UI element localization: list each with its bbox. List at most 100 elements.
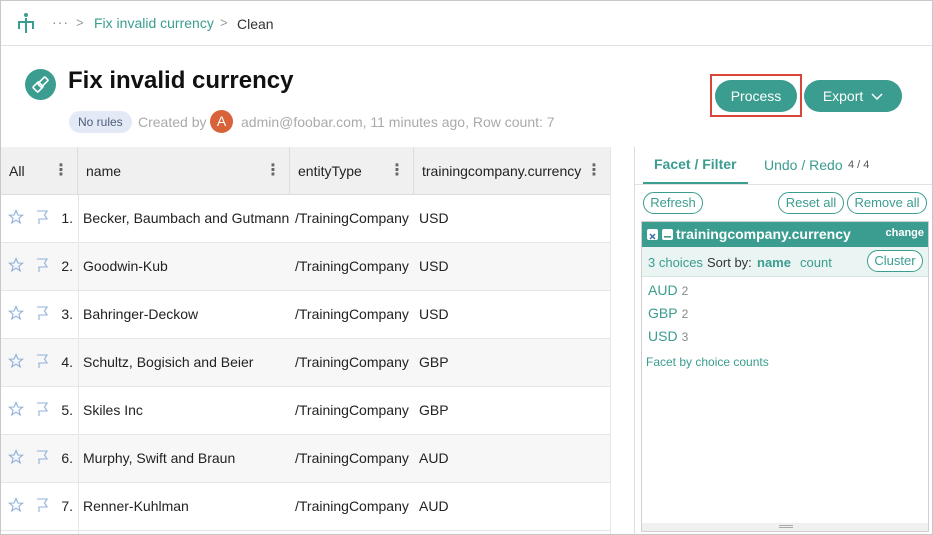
- facet-choice[interactable]: GBP 2: [648, 305, 688, 321]
- facet-change-link[interactable]: change: [885, 227, 924, 239]
- table-row: 6. Murphy, Swift and Braun/TrainingCompan…: [1, 435, 611, 483]
- sort-by-count-link[interactable]: count: [800, 255, 832, 270]
- reset-all-button[interactable]: Reset all: [778, 192, 844, 214]
- flag-icon[interactable]: [34, 449, 50, 465]
- star-icon[interactable]: [7, 401, 25, 417]
- row-number: 7.: [61, 498, 73, 514]
- choices-count-link[interactable]: 3 choices: [648, 255, 703, 270]
- close-icon[interactable]: [647, 229, 658, 240]
- facet-panel: Facet / Filter Undo / Redo 4 / 4 Refresh…: [634, 147, 932, 534]
- cell-name[interactable]: Bahringer-Deckow: [83, 291, 198, 338]
- facet-title: trainingcompany.currency: [676, 226, 851, 242]
- cell-name[interactable]: Becker, Baumbach and Gutmann: [83, 195, 289, 242]
- column-header-all[interactable]: All ⋮: [1, 147, 78, 195]
- column-label: entityType: [298, 163, 362, 179]
- breadcrumb-ellipsis[interactable]: ···: [52, 14, 69, 30]
- cell-currency[interactable]: AUD: [419, 483, 449, 530]
- cell-currency[interactable]: GBP: [419, 339, 449, 386]
- star-icon[interactable]: [7, 257, 25, 273]
- created-by-label: Created by: [138, 114, 207, 130]
- cell-entitytype[interactable]: /TrainingCompany: [295, 435, 409, 482]
- column-header-name[interactable]: name ⋮: [78, 147, 290, 195]
- export-label: Export: [822, 88, 864, 104]
- breadcrumb-current: Clean: [237, 16, 274, 32]
- table-row: 5. Skiles Inc/TrainingCompany GBP: [1, 387, 611, 435]
- kebab-menu-icon[interactable]: ⋮: [265, 147, 281, 195]
- export-button[interactable]: Export: [804, 80, 902, 112]
- column-header-currency[interactable]: trainingcompany.currency ⋮: [414, 147, 611, 195]
- cell-entitytype[interactable]: /TrainingCompany: [295, 243, 409, 290]
- cell-entitytype[interactable]: /TrainingCompany: [295, 291, 409, 338]
- cell-currency[interactable]: USD: [419, 291, 449, 338]
- top-bar: ··· > Fix invalid currency > Clean: [1, 1, 932, 46]
- facet-by-choice-counts-link[interactable]: Facet by choice counts: [646, 355, 769, 369]
- cell-currency[interactable]: USD: [419, 195, 449, 242]
- cell-name[interactable]: Skiles Inc: [83, 387, 143, 434]
- process-button[interactable]: Process: [715, 80, 797, 112]
- choice-label: GBP: [648, 305, 678, 321]
- breadcrumb-parent-link[interactable]: Fix invalid currency: [94, 15, 214, 31]
- flag-icon[interactable]: [34, 353, 50, 369]
- cell-name[interactable]: Schultz, Bogisich and Beier: [83, 339, 253, 386]
- app-logo-icon[interactable]: [15, 12, 37, 34]
- table-row: 7. Renner-Kuhlman/TrainingCompany AUD: [1, 483, 611, 531]
- column-label: trainingcompany.currency: [422, 163, 582, 179]
- facet-choice[interactable]: AUD 2: [648, 282, 688, 298]
- minimize-icon[interactable]: [662, 229, 673, 240]
- flag-icon[interactable]: [34, 257, 50, 273]
- rules-badge: No rules: [69, 111, 132, 133]
- flag-icon[interactable]: [34, 497, 50, 513]
- recipe-meta: admin@foobar.com, 11 minutes ago, Row co…: [241, 114, 555, 130]
- brush-icon: [25, 69, 56, 100]
- table-row: 3. Bahringer-Deckow/TrainingCompany USD: [1, 291, 611, 339]
- sort-by-name-link[interactable]: name: [757, 255, 791, 270]
- star-icon[interactable]: [7, 497, 25, 513]
- resize-grip-icon[interactable]: [779, 525, 793, 528]
- choice-count: 2: [681, 307, 689, 321]
- choice-count: 2: [681, 284, 689, 298]
- facet-card: trainingcompany.currency change 3 choice…: [641, 221, 929, 532]
- cell-name[interactable]: Renner-Kuhlman: [83, 483, 189, 530]
- table-header: All ⋮ name ⋮ entityType ⋮ trainingcompan…: [1, 147, 611, 195]
- app-window: ··· > Fix invalid currency > Clean Fix i…: [0, 0, 933, 535]
- facet-choice[interactable]: USD 3: [648, 328, 688, 344]
- row-number: 6.: [61, 450, 73, 466]
- kebab-menu-icon[interactable]: ⋮: [586, 147, 602, 195]
- remove-all-button[interactable]: Remove all: [847, 192, 927, 214]
- cell-currency[interactable]: AUD: [419, 435, 449, 482]
- cell-currency[interactable]: USD: [419, 243, 449, 290]
- flag-icon[interactable]: [34, 209, 50, 225]
- cell-currency[interactable]: GBP: [419, 387, 449, 434]
- cell-entitytype[interactable]: /TrainingCompany: [295, 483, 409, 530]
- page-title: Fix invalid currency: [68, 67, 294, 94]
- tab-facet-filter[interactable]: Facet / Filter: [654, 156, 736, 172]
- cell-name[interactable]: Murphy, Swift and Braun: [83, 435, 235, 482]
- table-row: 1. Becker, Baumbach and Gutmann/TrainingC…: [1, 195, 611, 243]
- cluster-button[interactable]: Cluster: [867, 250, 923, 272]
- kebab-menu-icon[interactable]: ⋮: [53, 147, 69, 195]
- row-number: 2.: [61, 258, 73, 274]
- cell-entitytype[interactable]: /TrainingCompany: [295, 339, 409, 386]
- sort-by-label: Sort by:: [707, 255, 752, 270]
- flag-icon[interactable]: [34, 305, 50, 321]
- star-icon[interactable]: [7, 449, 25, 465]
- facet-sort-bar: 3 choices Sort by: name count Cluster: [642, 247, 928, 277]
- facet-header: trainingcompany.currency change: [642, 222, 928, 247]
- table-row: 2. Goodwin-Kub/TrainingCompany USD: [1, 243, 611, 291]
- column-divider: [78, 195, 79, 534]
- flag-icon[interactable]: [34, 401, 50, 417]
- choice-count: 3: [681, 330, 689, 344]
- column-header-entitytype[interactable]: entityType ⋮: [290, 147, 414, 195]
- cell-entitytype[interactable]: /TrainingCompany: [295, 387, 409, 434]
- cell-name[interactable]: Goodwin-Kub: [83, 243, 168, 290]
- star-icon[interactable]: [7, 209, 25, 225]
- table-row: 4. Schultz, Bogisich and Beier/TrainingCo…: [1, 339, 611, 387]
- refresh-button[interactable]: Refresh: [643, 192, 703, 214]
- star-icon[interactable]: [7, 353, 25, 369]
- kebab-menu-icon[interactable]: ⋮: [389, 147, 405, 195]
- star-icon[interactable]: [7, 305, 25, 321]
- cell-entitytype[interactable]: /TrainingCompany: [295, 195, 409, 242]
- tab-undo-redo[interactable]: Undo / Redo: [764, 157, 843, 173]
- row-number: 4.: [61, 354, 73, 370]
- row-number: 1.: [61, 210, 73, 226]
